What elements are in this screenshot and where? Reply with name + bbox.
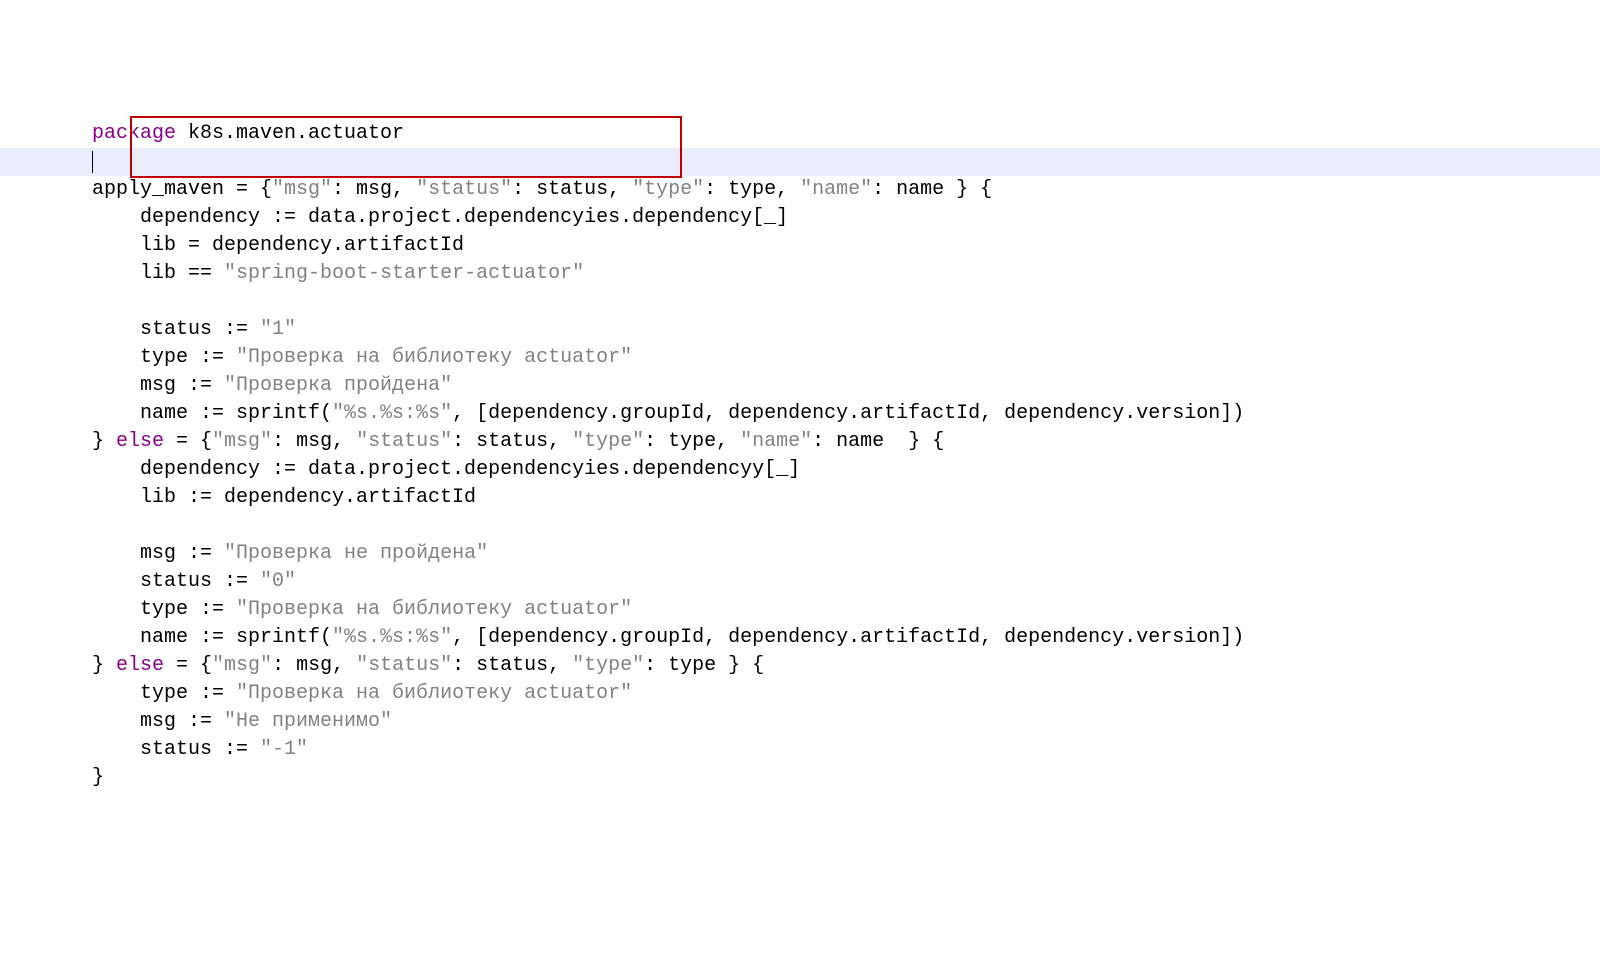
code-line-11[interactable]: } else = {"msg": msg, "status": status, … bbox=[0, 428, 1600, 456]
code-token: "type" bbox=[632, 178, 704, 201]
code-line-8[interactable]: type := "Проверка на библиотеку actuator… bbox=[0, 344, 1600, 372]
code-token: "Проверка на библиотеку actuator" bbox=[236, 598, 632, 621]
code-token: : status, bbox=[512, 178, 632, 201]
code-token: = { bbox=[164, 654, 212, 677]
code-token: "name" bbox=[740, 430, 812, 453]
code-token: : msg, bbox=[272, 654, 356, 677]
code-token: apply_maven = { bbox=[92, 178, 272, 201]
code-token: type := bbox=[92, 598, 236, 621]
code-token: "msg" bbox=[272, 178, 332, 201]
code-token: : status, bbox=[452, 430, 572, 453]
code-token: name := sprintf( bbox=[92, 626, 332, 649]
code-token: "Проверка на библиотеку actuator" bbox=[236, 346, 632, 369]
code-token: } bbox=[92, 430, 116, 453]
code-token: name := sprintf( bbox=[92, 402, 332, 425]
code-token: type := bbox=[92, 346, 236, 369]
code-line-16[interactable]: status := "0" bbox=[0, 568, 1600, 596]
code-token: "%s.%s:%s" bbox=[332, 626, 452, 649]
code-token: , [dependency.groupId, dependency.artifa… bbox=[452, 402, 1244, 425]
code-line-20[interactable]: type := "Проверка на библиотеку actuator… bbox=[0, 680, 1600, 708]
code-token: lib := dependency.artifactId bbox=[92, 486, 476, 509]
code-token: "msg" bbox=[212, 654, 272, 677]
code-line-21[interactable]: msg := "Не применимо" bbox=[0, 708, 1600, 736]
code-line-10[interactable]: name := sprintf("%s.%s:%s", [dependency.… bbox=[0, 400, 1600, 428]
code-line-15[interactable]: msg := "Проверка не пройдена" bbox=[0, 540, 1600, 568]
code-token: msg := bbox=[92, 710, 224, 733]
code-token: status := bbox=[92, 570, 260, 593]
code-line-2[interactable]: apply_maven = {"msg": msg, "status": sta… bbox=[0, 176, 1600, 204]
code-line-3[interactable]: dependency := data.project.dependencyies… bbox=[0, 204, 1600, 232]
code-token: "Проверка не пройдена" bbox=[224, 542, 488, 565]
code-line-23[interactable]: } bbox=[0, 764, 1600, 792]
code-token: "type" bbox=[572, 430, 644, 453]
code-token: "msg" bbox=[212, 430, 272, 453]
code-line-18[interactable]: name := sprintf("%s.%s:%s", [dependency.… bbox=[0, 624, 1600, 652]
code-token: status := bbox=[92, 738, 260, 761]
code-token: status := bbox=[92, 318, 260, 341]
code-token: lib = dependency.artifactId bbox=[92, 234, 464, 257]
code-token: "spring-boot-starter-actuator" bbox=[224, 262, 584, 285]
code-line-14[interactable] bbox=[0, 512, 1600, 540]
code-token: "%s.%s:%s" bbox=[332, 402, 452, 425]
code-line-7[interactable]: status := "1" bbox=[0, 316, 1600, 344]
code-token: lib == bbox=[92, 262, 224, 285]
code-token: "Проверка пройдена" bbox=[224, 374, 452, 397]
code-token: dependency := data.project.dependencyies… bbox=[92, 458, 800, 481]
code-token: : type, bbox=[644, 430, 740, 453]
code-line-17[interactable]: type := "Проверка на библиотеку actuator… bbox=[0, 596, 1600, 624]
code-line-5[interactable]: lib == "spring-boot-starter-actuator" bbox=[0, 260, 1600, 288]
code-token: "Проверка на библиотеку actuator" bbox=[236, 682, 632, 705]
code-token: "status" bbox=[356, 430, 452, 453]
code-token: "status" bbox=[416, 178, 512, 201]
code-token: = { bbox=[164, 430, 212, 453]
code-token: : type, bbox=[704, 178, 800, 201]
code-token: else bbox=[116, 430, 164, 453]
code-token: , [dependency.groupId, dependency.artifa… bbox=[452, 626, 1244, 649]
code-line-9[interactable]: msg := "Проверка пройдена" bbox=[0, 372, 1600, 400]
code-line-4[interactable]: lib = dependency.artifactId bbox=[0, 232, 1600, 260]
code-token: "0" bbox=[260, 570, 296, 593]
code-token: : status, bbox=[452, 654, 572, 677]
code-token: : name } { bbox=[872, 178, 992, 201]
code-token: "name" bbox=[800, 178, 872, 201]
code-line-1[interactable] bbox=[0, 148, 1600, 176]
code-token: } bbox=[92, 654, 116, 677]
code-editor[interactable]: package k8s.maven.actuator apply_maven =… bbox=[0, 112, 1600, 800]
code-token: dependency := data.project.dependencyies… bbox=[92, 206, 788, 229]
code-token: "1" bbox=[260, 318, 296, 341]
code-token: "Не применимо" bbox=[224, 710, 392, 733]
code-token: "-1" bbox=[260, 738, 308, 761]
code-token: : type } { bbox=[644, 654, 764, 677]
code-line-22[interactable]: status := "-1" bbox=[0, 736, 1600, 764]
code-line-13[interactable]: lib := dependency.artifactId bbox=[0, 484, 1600, 512]
code-token: : msg, bbox=[332, 178, 416, 201]
code-token: msg := bbox=[92, 542, 224, 565]
code-token: msg := bbox=[92, 374, 224, 397]
code-line-19[interactable]: } else = {"msg": msg, "status": status, … bbox=[0, 652, 1600, 680]
code-token: else bbox=[116, 654, 164, 677]
code-line-12[interactable]: dependency := data.project.dependencyies… bbox=[0, 456, 1600, 484]
code-token: "status" bbox=[356, 654, 452, 677]
code-token: package bbox=[92, 122, 176, 145]
code-token: type := bbox=[92, 682, 236, 705]
code-token: k8s.maven.actuator bbox=[176, 122, 404, 145]
code-line-6[interactable] bbox=[0, 288, 1600, 316]
code-token: } bbox=[92, 766, 104, 789]
code-token: : msg, bbox=[272, 430, 356, 453]
code-token: "type" bbox=[572, 654, 644, 677]
code-token: : name } { bbox=[812, 430, 944, 453]
code-line-0[interactable]: package k8s.maven.actuator bbox=[0, 120, 1600, 148]
